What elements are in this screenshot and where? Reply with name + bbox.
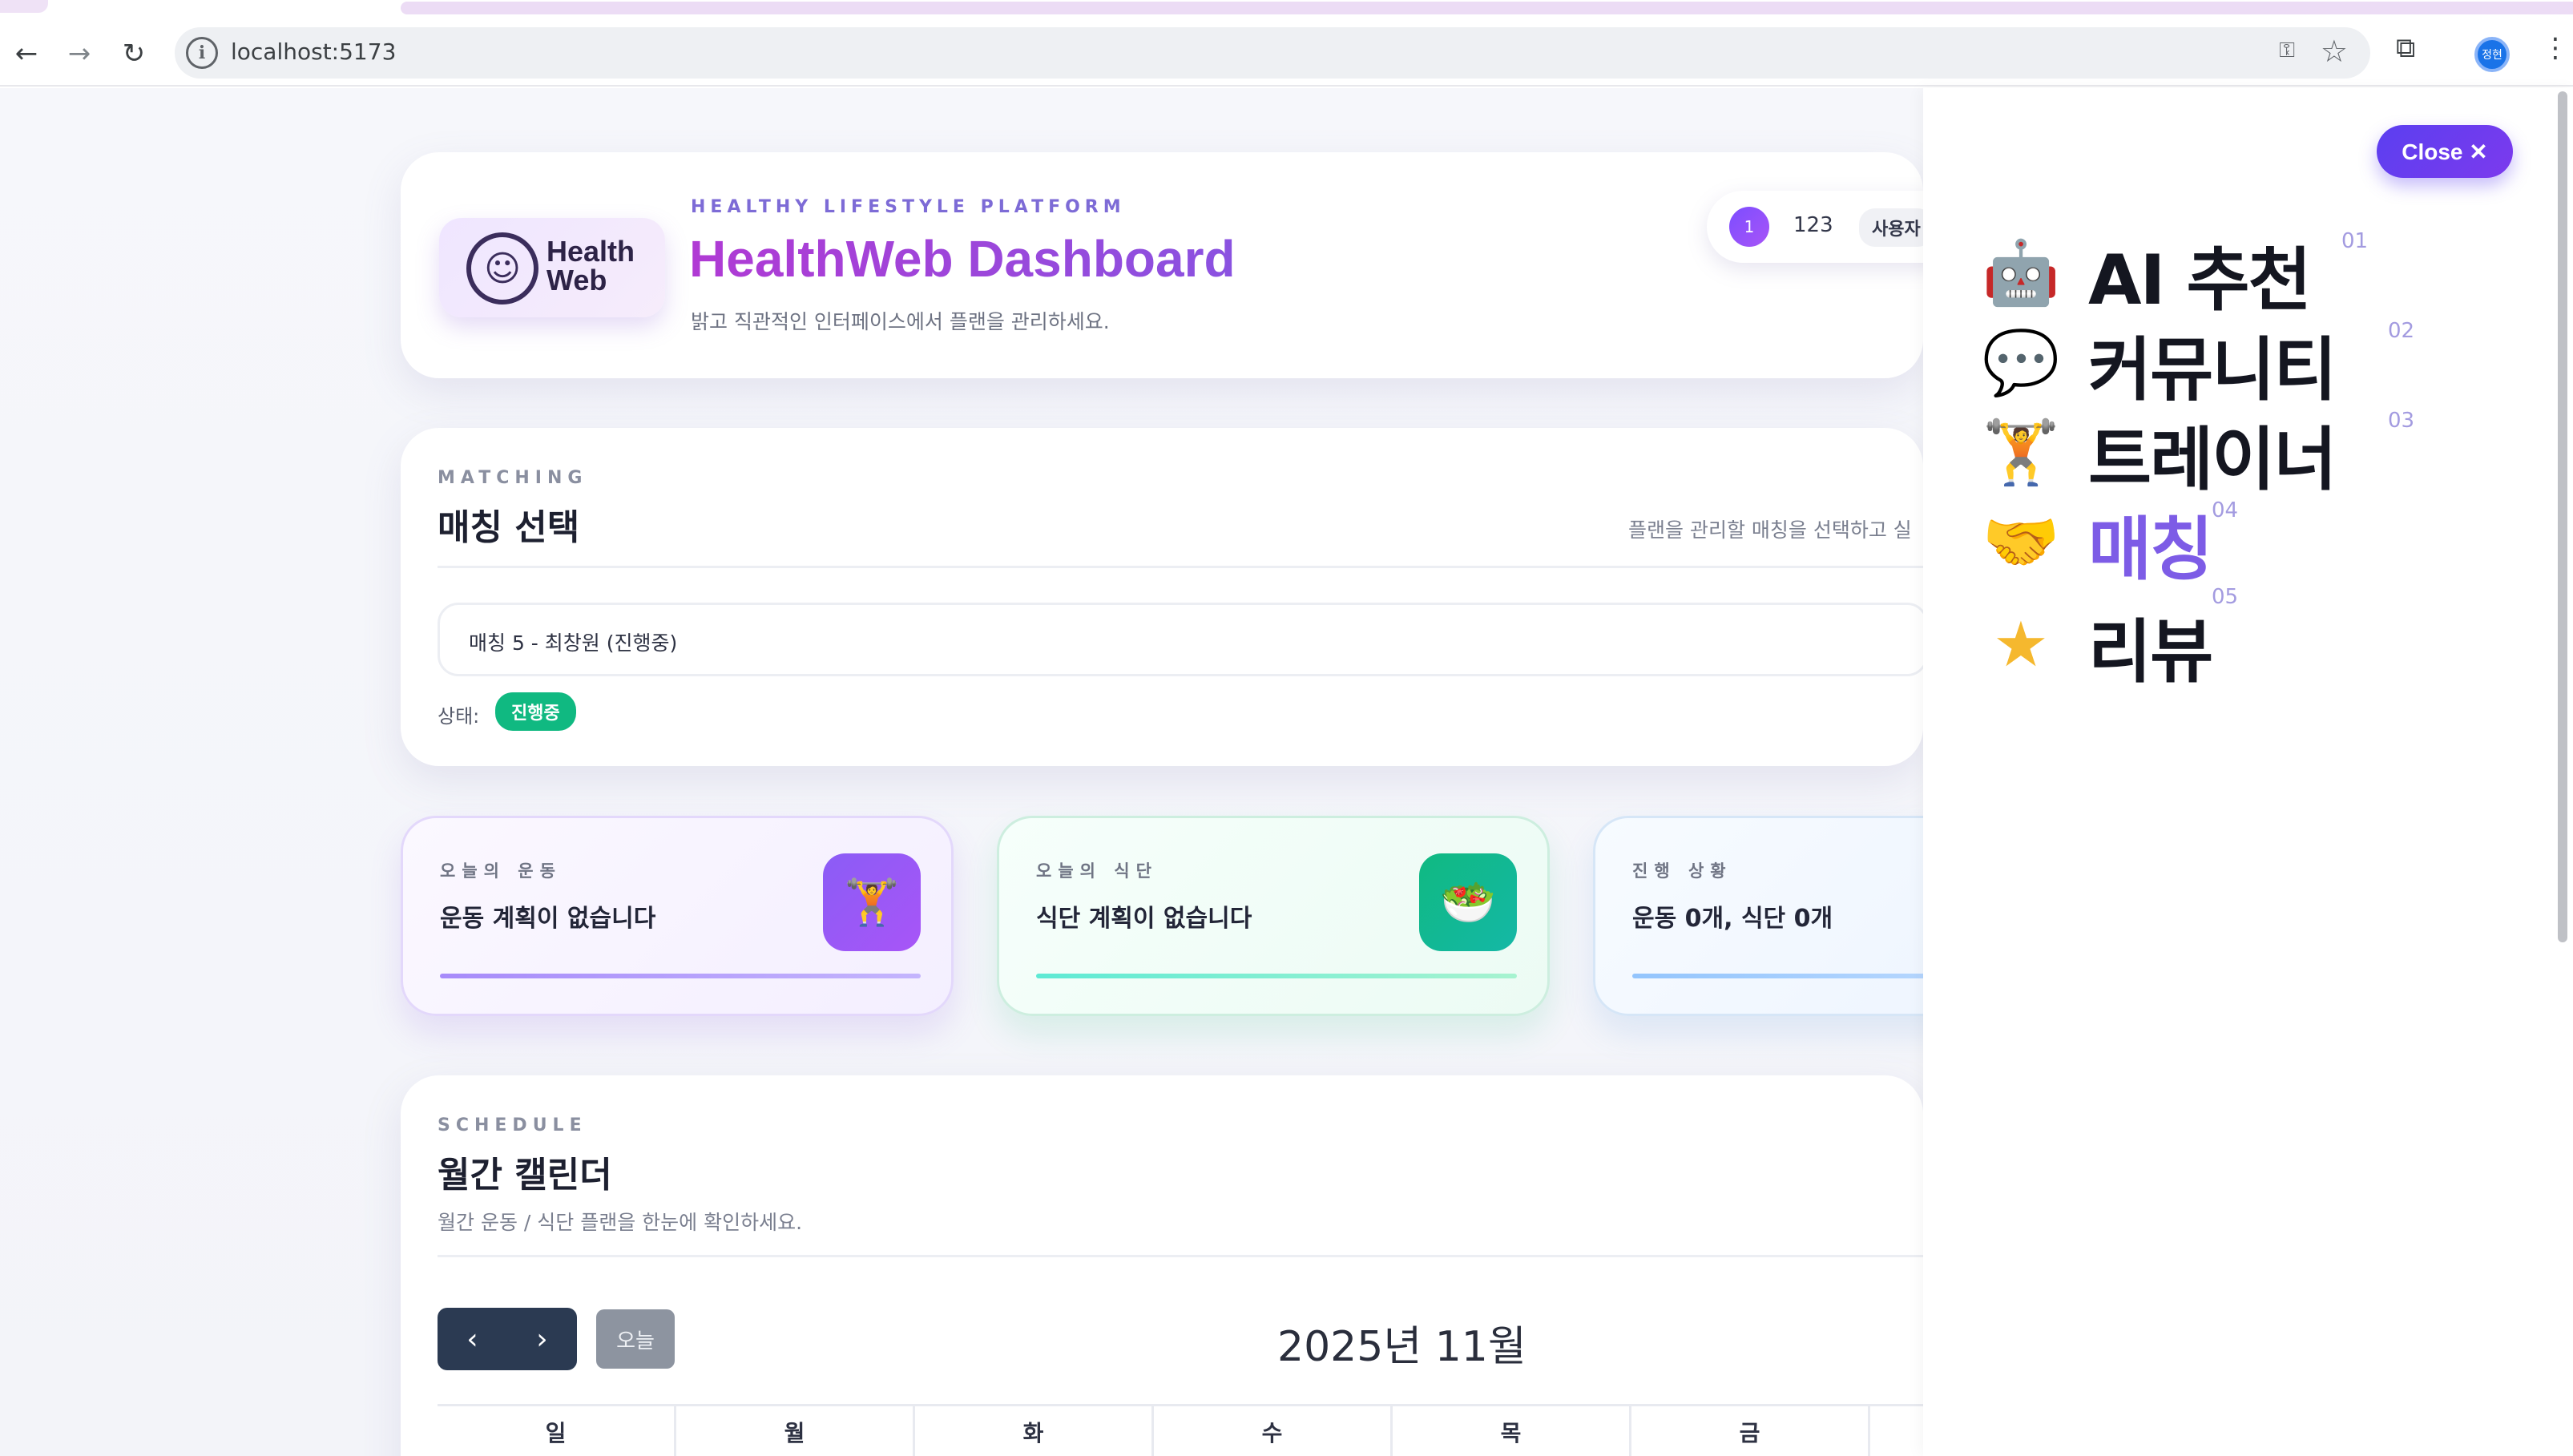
- tab-strip-highlight: [401, 2, 2573, 14]
- arrow-right-icon: →: [67, 38, 91, 70]
- stat-kicker: 진행 상황: [1632, 861, 1732, 881]
- logo-wordmark: Health Web: [546, 235, 635, 296]
- stat-progress-bar: [1036, 974, 1517, 978]
- matching-title: 매칭 선택: [438, 507, 580, 548]
- calendar-month-label: 2025년 11월: [1277, 1323, 1526, 1371]
- back-button[interactable]: ←: [5, 32, 48, 75]
- forward-button[interactable]: →: [58, 32, 101, 75]
- stat-value: 운동 계획이 없습니다: [440, 905, 656, 933]
- header-kicker: HEALTHY LIFESTYLE PLATFORM: [691, 197, 1126, 217]
- schedule-title: 월간 캘린더: [438, 1155, 612, 1196]
- weekday-wed: 수: [1154, 1406, 1393, 1456]
- arrow-left-icon: ←: [14, 38, 38, 70]
- header-subtitle: 밝고 직관적인 인터페이스에서 플랜을 관리하세요.: [691, 310, 1110, 333]
- stat-progress-bar: [440, 974, 921, 978]
- tab-strip: [0, 0, 2573, 18]
- stat-kicker: 오늘의 식단: [1036, 861, 1158, 881]
- chevron-left-icon: ‹: [466, 1322, 478, 1356]
- reload-icon: ↻: [122, 38, 146, 70]
- browser-toolbar: ← → ↻ i localhost:5173 ⚿ ☆ ⧉ 정현 ⋮: [0, 18, 2573, 87]
- nav-item-number: 04: [2212, 498, 2239, 522]
- calendar-nav: ‹ ›: [438, 1308, 577, 1370]
- schedule-kicker: SCHEDULE: [438, 1115, 587, 1135]
- nav-item-number: 05: [2212, 585, 2239, 609]
- url-text[interactable]: localhost:5173: [231, 38, 396, 65]
- nav-item-ai-recommend[interactable]: 🤖 AI 추천 01: [1981, 229, 2368, 321]
- chevron-right-icon: ›: [536, 1322, 548, 1356]
- matching-select[interactable]: 매칭 5 - 최창원 (진행중): [438, 603, 1928, 676]
- site-info-icon[interactable]: i: [186, 37, 218, 69]
- stat-value: 운동 0개, 식단 0개: [1632, 905, 1833, 933]
- calendar-weekday-header: 일 월 화 수 목 금: [438, 1404, 1928, 1456]
- nav-drawer: Close ✕ 🤖 AI 추천 01 💬 커뮤니티 02 🏋 트레이너 03 🤝…: [1923, 88, 2573, 1456]
- bookmark-star-icon[interactable]: ☆: [2321, 34, 2348, 69]
- healthweb-logo[interactable]: ☺ Health Web: [439, 218, 665, 317]
- nav-item-label: AI 추천: [2088, 240, 2312, 321]
- weekday-fri: 금: [1631, 1406, 1870, 1456]
- stat-kicker: 오늘의 운동: [440, 861, 562, 881]
- divider: [438, 566, 1928, 568]
- weekday-mon: 월: [676, 1406, 915, 1456]
- star-icon: ★: [1993, 609, 2049, 681]
- reload-button[interactable]: ↻: [112, 32, 155, 75]
- today-button[interactable]: 오늘: [596, 1309, 675, 1369]
- prev-month-button[interactable]: ‹: [438, 1308, 507, 1370]
- header-card: ☺ Health Web HEALTHY LIFESTYLE PLATFORM …: [401, 152, 1963, 378]
- nav-item-label: 매칭: [2088, 509, 2213, 590]
- handshake-icon: 🤝: [1982, 506, 2060, 579]
- weekday-thu: 목: [1393, 1406, 1631, 1456]
- tab-strip-left: [0, 0, 48, 13]
- runner-logo-icon: ☺: [466, 232, 538, 305]
- nav-item-matching[interactable]: 🤝 매칭 04: [1981, 498, 2238, 590]
- nav-item-label: 커뮤니티: [2088, 329, 2337, 410]
- nav-item-number: 02: [2388, 319, 2415, 343]
- panel-scrollbar[interactable]: [2558, 91, 2567, 942]
- nav-item-review[interactable]: ★ 리뷰 05: [1981, 585, 2238, 692]
- status-badge: 진행중: [495, 692, 576, 731]
- address-bar[interactable]: i localhost:5173 ⚿ ☆: [175, 27, 2370, 79]
- user-id: 123: [1793, 213, 1833, 237]
- password-key-icon[interactable]: ⚿: [2279, 38, 2295, 63]
- today-meal-card[interactable]: 오늘의 식단 식단 계획이 없습니다 🥗: [997, 816, 1550, 1016]
- schedule-card: SCHEDULE 월간 캘린더 월간 운동 / 식단 플랜을 한눈에 확인하세요…: [401, 1075, 1928, 1456]
- user-role-badge: 사용자: [1859, 208, 1934, 247]
- matching-kicker: MATCHING: [438, 468, 588, 488]
- nav-item-label: 리뷰: [2088, 611, 2213, 692]
- close-button[interactable]: Close ✕: [2377, 125, 2513, 178]
- trainer-icon: 🏋: [1982, 416, 2060, 489]
- today-workout-card[interactable]: 오늘의 운동 운동 계획이 없습니다 🏋: [401, 816, 954, 1016]
- more-menu-icon[interactable]: ⋮: [2542, 32, 2569, 64]
- nav-item-number: 03: [2388, 409, 2415, 433]
- page-title: HealthWeb Dashboard: [689, 230, 1236, 288]
- salad-bowl-icon: 🥗: [1419, 853, 1517, 951]
- matching-help-text: 플랜을 관리할 매칭을 선택하고 실: [1628, 518, 1912, 542]
- profile-avatar[interactable]: 정현: [2474, 37, 2510, 72]
- user-number-badge: 1: [1729, 207, 1769, 247]
- matching-select-value: 매칭 5 - 최창원 (진행중): [469, 631, 678, 655]
- robot-icon: 🤖: [1982, 236, 2060, 309]
- status-label: 상태:: [438, 705, 480, 728]
- next-month-button[interactable]: ›: [507, 1308, 577, 1370]
- nav-item-label: 트레이너: [2088, 419, 2337, 500]
- nav-item-number: 01: [2341, 229, 2369, 253]
- speech-bubble-icon: 💬: [1982, 326, 2060, 399]
- matching-card: MATCHING 매칭 선택 플랜을 관리할 매칭을 선택하고 실 매칭 5 -…: [401, 428, 1928, 766]
- weekday-tue: 화: [915, 1406, 1154, 1456]
- schedule-subtitle: 월간 운동 / 식단 플랜을 한눈에 확인하세요.: [438, 1211, 803, 1234]
- nav-item-community[interactable]: 💬 커뮤니티 02: [1981, 319, 2414, 410]
- extensions-icon[interactable]: ⧉: [2396, 32, 2415, 64]
- weightlifter-icon: 🏋: [823, 853, 921, 951]
- nav-item-trainer[interactable]: 🏋 트레이너 03: [1981, 409, 2414, 500]
- divider: [438, 1255, 1928, 1257]
- weekday-sun: 일: [438, 1406, 676, 1456]
- stat-value: 식단 계획이 없습니다: [1036, 905, 1252, 933]
